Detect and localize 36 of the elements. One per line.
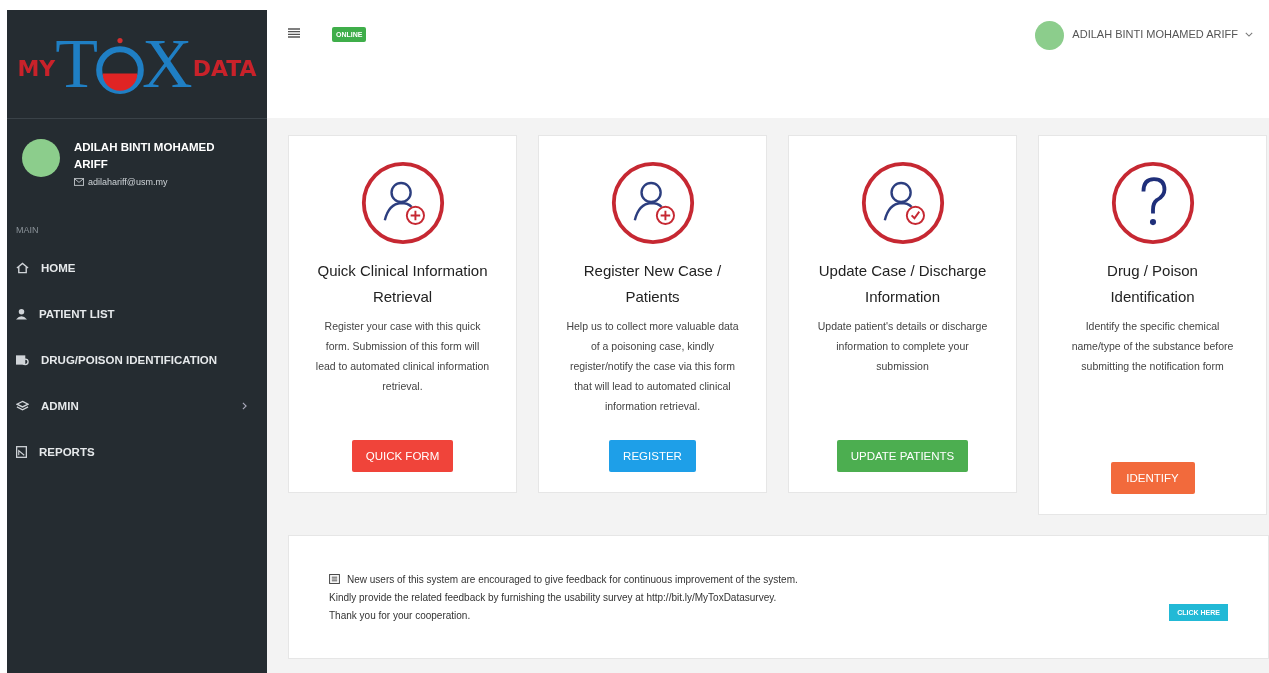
chevron-down-icon <box>1245 31 1253 37</box>
action-button[interactable]: QUICK FORM <box>351 440 454 472</box>
section-label: MAIN <box>16 225 40 235</box>
user-avatar <box>1035 21 1065 50</box>
user-menu[interactable]: ADILAH BINTI MOHAMED ARIFF <box>1072 28 1253 40</box>
card-title: Drug / Poison Identification <box>1106 261 1199 307</box>
card-title: Quick Clinical Information Retrieval <box>316 261 489 307</box>
user-email: adilahariff@usm.my <box>88 177 168 187</box>
nav-item[interactable]: REPORTS <box>7 429 267 475</box>
nav-item[interactable]: HOME <box>7 245 267 291</box>
card-description: Register your case with this quick form. Submission of this form will lead to automated clinical information retrieval. <box>315 319 490 394</box>
question-icon <box>1109 160 1196 246</box>
message-icon <box>329 574 340 584</box>
menu-icon[interactable] <box>288 28 300 38</box>
feedback-text: Thank you for your cooperation. <box>329 609 471 621</box>
card-description: Update patient's details or discharge information to complete your submission <box>816 319 989 374</box>
layers-icon <box>16 400 29 412</box>
user-add-icon <box>609 160 696 246</box>
chevron-right-icon <box>242 402 247 410</box>
user-avatar <box>22 139 60 177</box>
feedback-text: New users of this system are encouraged to give feedback for continuous improvement of the system. <box>347 573 798 585</box>
card-description: Identify the specific chemical name/type of the substance before submitting the notification form <box>1070 319 1235 374</box>
nav-item[interactable]: DRUG/POISON IDENTIFICATION <box>7 337 267 383</box>
user-name: ADILAH BINTI MOHAMED ARIFF <box>74 140 216 172</box>
card-title: Register New Case / Patients <box>582 261 723 307</box>
document-icon <box>16 446 27 458</box>
home-icon <box>16 262 29 274</box>
card-title: Update Case / Discharge Information <box>817 261 988 307</box>
mail-icon <box>74 178 84 186</box>
person-icon <box>16 308 27 320</box>
user-add-icon <box>359 160 446 246</box>
nav-item[interactable]: ADMIN <box>7 383 267 429</box>
nav-item[interactable]: PATIENT LIST <box>7 291 267 337</box>
feedback-text: Kindly provide the related feedback by furnishing the usability survey at http://bit.ly/MyToxDatasurvey. <box>329 591 777 603</box>
card-description: Help us to collect more valuable data of a poisoning case, kindly register/notify the case via this form that will lead to automated clinical information retrieval. <box>565 319 740 414</box>
user-check-icon <box>859 160 946 246</box>
